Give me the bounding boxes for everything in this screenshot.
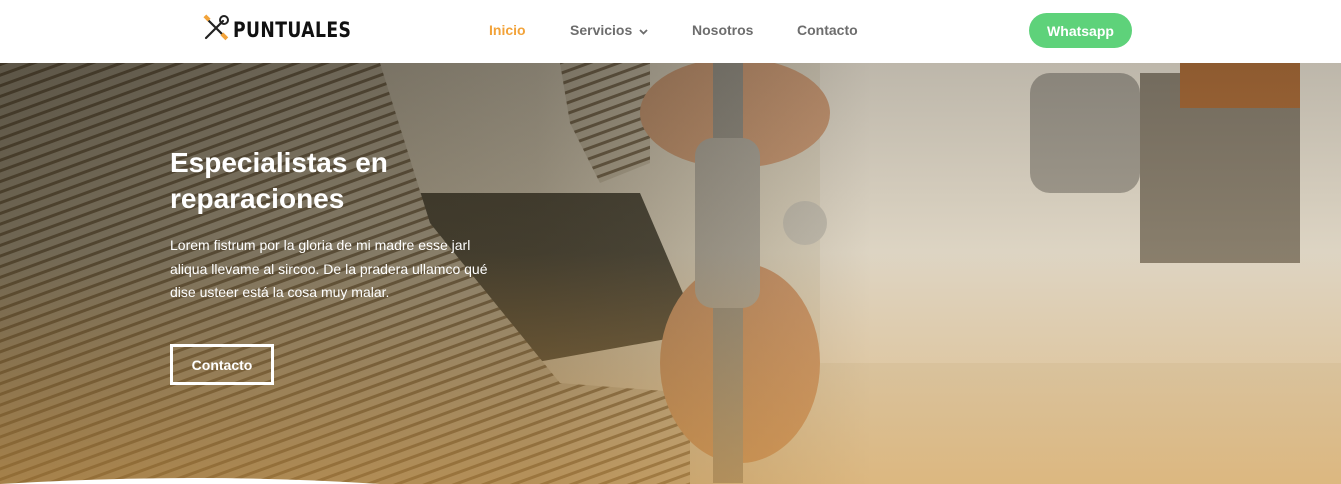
hero-description: Lorem fistrum por la gloria de mi madre … <box>170 237 488 300</box>
hero-section: Especialistas en reparaciones Lorem fist… <box>0 63 1341 484</box>
site-logo[interactable]: PUNTUALES <box>201 13 377 48</box>
chevron-down-icon <box>639 22 648 38</box>
nav-item-inicio[interactable]: Inicio <box>489 22 570 38</box>
whatsapp-button[interactable]: Whatsapp <box>1029 13 1132 48</box>
hero-title: Especialistas en reparaciones <box>170 147 388 214</box>
main-nav: Inicio Servicios Nosotros Contacto <box>489 20 858 40</box>
nav-item-servicios-label: Servicios <box>570 22 633 38</box>
nav-item-nosotros[interactable]: Nosotros <box>692 22 797 38</box>
hero-contact-button[interactable]: Contacto <box>170 344 274 385</box>
nav-item-servicios[interactable]: Servicios <box>570 22 692 38</box>
site-header: PUNTUALES Inicio Servicios Nosotros Cont… <box>0 0 1341 63</box>
nav-item-contacto[interactable]: Contacto <box>797 22 858 38</box>
hero-bottom-wave <box>0 478 380 484</box>
logo-text: PUNTUALES <box>233 18 352 42</box>
wrench-screwdriver-icon <box>201 13 231 48</box>
